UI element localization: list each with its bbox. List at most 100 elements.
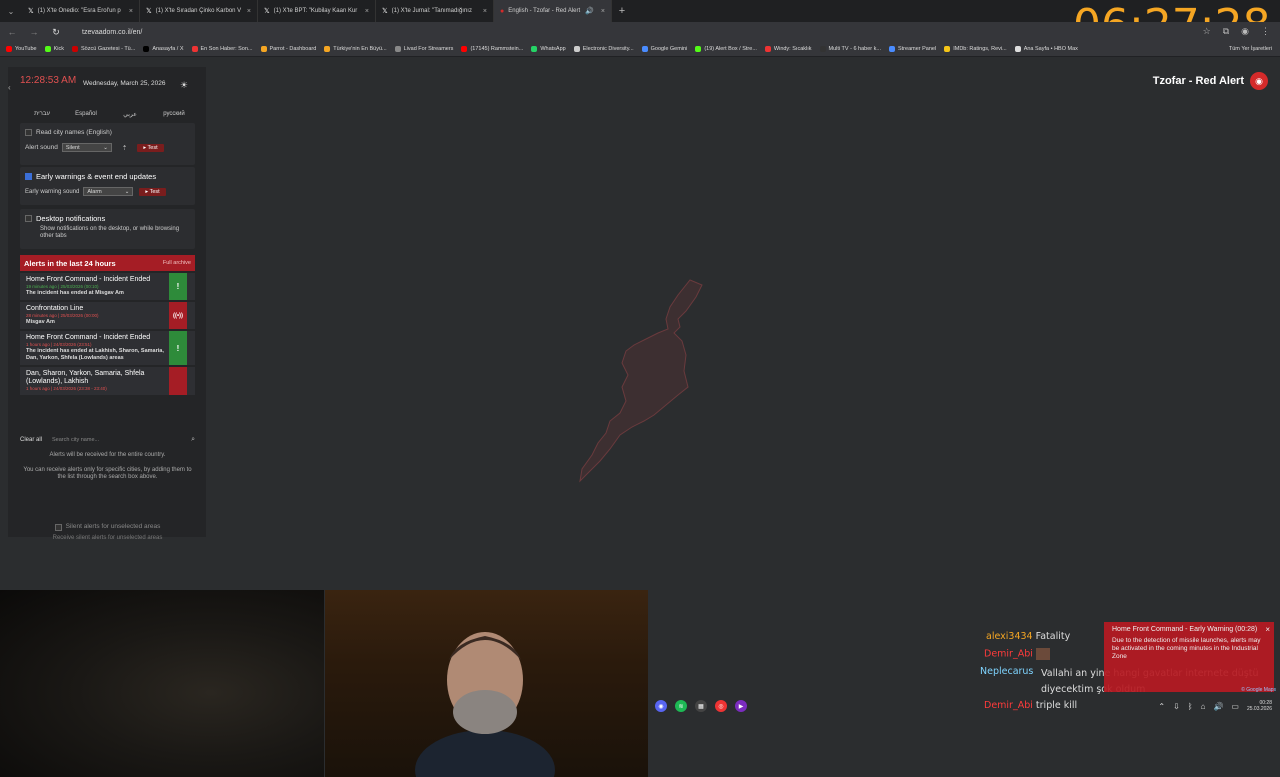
bookmark-item[interactable]: Parrot - Dashboard [260, 46, 317, 52]
tray-clock[interactable]: 00:28 25.03.2026 [1247, 700, 1272, 712]
bookmark-item[interactable]: Electronic Diversity... [573, 46, 634, 52]
early-warnings-row: Early warnings & event end updates [25, 172, 190, 181]
silent-alerts-checkbox[interactable] [54, 523, 62, 531]
bookmark-item[interactable]: (17145) Rammstein... [461, 46, 523, 52]
app-icon[interactable]: ▦ [695, 700, 707, 712]
bookmark-item[interactable]: Google Gemini [641, 46, 687, 52]
reload-icon[interactable]: ↻ [50, 27, 62, 38]
tab-label: (1) X'te BPT: "Kubilay Kaan Kur [273, 8, 358, 14]
early-sound-select[interactable]: Alarm ⌄ [83, 187, 134, 196]
lang-hebrew[interactable]: עברית [20, 111, 64, 118]
bookmark-item[interactable]: WhatsApp [531, 46, 566, 52]
alert-title: Home Front Command - Incident Ended [26, 276, 151, 283]
city-search-input[interactable]: Search city name... [48, 435, 185, 445]
volume-icon[interactable]: 🔊 [1213, 702, 1223, 711]
new-tab-button[interactable]: + [612, 5, 632, 17]
bookmark-item[interactable]: Kick [44, 46, 64, 52]
alert-item[interactable]: Home Front Command - Incident Ended 19 m… [20, 273, 195, 300]
bookmark-label: Streamer Panel [897, 46, 937, 52]
alert-sound-select[interactable]: Silent ⌄ [61, 143, 112, 152]
bookmark-item[interactable]: Windy: Sıcaklık [764, 46, 812, 52]
bookmark-item[interactable]: Ana Sayfa • HBO Max [1014, 46, 1078, 52]
bookmark-item[interactable]: YouTube [6, 46, 37, 52]
browser-tab-active[interactable]: ● English - Tzofar - Red Alert 🔊 × [494, 0, 612, 22]
taskbar-apps: ◉ ≋ ▦ ◎ ▶ [655, 700, 747, 712]
browser-tab[interactable]: 𝕏 (1) X'te BPT: "Kubilay Kaan Kur × [258, 0, 376, 22]
menu-icon[interactable]: ⋮ [1261, 26, 1270, 37]
url-field[interactable]: tzevaadom.co.il/en/ [82, 29, 142, 36]
x-logo-icon: 𝕏 [264, 8, 270, 15]
spotify-icon[interactable]: ≋ [675, 700, 687, 712]
alert-item[interactable]: Home Front Command - Incident Ended 1 ho… [20, 331, 195, 365]
bookmark-label: Parrot - Dashboard [269, 46, 317, 52]
lang-spanish[interactable]: Español [64, 111, 108, 118]
bookmark-star-icon[interactable]: ☆ [1203, 26, 1211, 37]
chevron-down-icon: ⌄ [124, 188, 130, 195]
chevron-up-icon[interactable]: ⌃ [1158, 702, 1165, 711]
close-tab-icon[interactable]: × [365, 8, 369, 15]
alert-item[interactable]: Confrontation Line 28 minutes ago | 25/0… [20, 302, 195, 329]
close-tab-icon[interactable]: × [129, 8, 133, 15]
discord-icon[interactable]: ◉ [655, 700, 667, 712]
browser-tab[interactable]: 𝕏 (1) X'te Sıradan Çinko Karbon V × [140, 0, 258, 22]
back-icon[interactable]: ← [6, 27, 18, 37]
speaker-icon[interactable]: 🔊 [585, 7, 594, 15]
early-warning-toast[interactable]: × Home Front Command - Early Warning (00… [1104, 622, 1274, 692]
all-bookmarks-link[interactable]: Tüm Yer İşaretleri [1229, 46, 1272, 52]
bluetooth-icon[interactable]: ᛒ [1188, 702, 1193, 711]
collapse-chevron-icon[interactable]: ‹ [8, 83, 11, 92]
bookmark-item[interactable]: Livad For Streamers [394, 46, 453, 52]
alerts-header: Alerts in the last 24 hours Full archive [20, 255, 195, 271]
full-archive-link[interactable]: Full archive [163, 260, 191, 266]
alert-sound-value: Silent [65, 144, 80, 151]
search-icon[interactable]: ⌕ [191, 436, 195, 444]
profile-icon[interactable]: ◉ [1241, 26, 1249, 37]
alert-sound-test-button[interactable]: ▸ Test [137, 143, 164, 152]
tab-label: (1) X'te Jurnal: "Tanımadığınız [391, 8, 472, 14]
desktop-notif-checkbox[interactable] [25, 215, 32, 222]
lang-russian[interactable]: русский [152, 111, 196, 118]
network-icon[interactable]: ⌂ [1201, 702, 1206, 711]
battery-icon[interactable]: ▭ [1231, 702, 1239, 711]
bookmark-favicon-icon [888, 46, 895, 52]
bookmark-item[interactable]: (19) Alert Box / Stre... [695, 46, 757, 52]
incident-ended-icon: ! [169, 331, 187, 365]
download-icon[interactable]: ⇩ [1173, 702, 1180, 711]
bookmark-item[interactable]: En Son Haber: Son... [191, 46, 253, 52]
extensions-icon[interactable]: ⧉ [1223, 26, 1229, 37]
bookmark-item[interactable]: IMDb: Ratings, Revi... [944, 46, 1007, 52]
israel-map[interactable] [570, 275, 710, 485]
silent-alerts-label: Silent alerts for unselected areas [65, 523, 161, 530]
forward-icon[interactable]: → [28, 27, 40, 37]
bookmark-item[interactable]: Sözcü Gazetesi - Tü... [72, 46, 135, 52]
tab-search-icon[interactable]: ⌄ [0, 0, 22, 22]
bookmark-item[interactable]: Multi TV - 6 haber k... [819, 46, 881, 52]
browser-tab[interactable]: 𝕏 (1) X'te Onedio: "Esra Erol'un p × [22, 0, 140, 22]
theme-toggle-icon[interactable]: ☀ [180, 80, 188, 91]
alerts-list[interactable]: Home Front Command - Incident Ended 19 m… [20, 273, 195, 427]
chrome-icon[interactable]: ◎ [715, 700, 727, 712]
read-city-names-checkbox[interactable] [25, 129, 32, 136]
alert-body: The incident has ended at Misgav Am [26, 290, 124, 296]
bookmark-favicon-icon [6, 46, 12, 52]
close-tab-icon[interactable]: × [483, 8, 487, 15]
bookmark-item[interactable]: Anasayfa / X [143, 46, 184, 52]
close-tab-icon[interactable]: × [247, 8, 251, 15]
alert-item[interactable]: Dan, Sharon, Yarkon, Samaria, Shfela (Lo… [20, 367, 195, 395]
twitch-app-icon[interactable]: ▶ [735, 700, 747, 712]
bookmark-item[interactable]: Türkiye'nin En Büyü... [324, 46, 387, 52]
upload-icon[interactable]: ⇡ [122, 144, 127, 152]
close-icon[interactable]: × [1265, 625, 1270, 634]
clear-all-button[interactable]: Clear all [20, 437, 42, 443]
bookmark-label: Ana Sayfa • HBO Max [1023, 46, 1078, 52]
bookmark-item[interactable]: Streamer Panel [888, 46, 937, 52]
desktop-notif-row: Desktop notifications [25, 214, 190, 223]
browser-tab[interactable]: 𝕏 (1) X'te Jurnal: "Tanımadığınız × [376, 0, 494, 22]
early-warnings-checkbox[interactable] [25, 173, 32, 180]
early-sound-test-button[interactable]: ▸ Test [139, 187, 166, 196]
bookmark-favicon-icon [394, 46, 401, 52]
close-tab-icon[interactable]: × [601, 8, 605, 15]
alert-title: Home Front Command - Incident Ended [26, 334, 151, 341]
webcam-feed-left [0, 590, 324, 777]
lang-arabic[interactable]: عربي [108, 111, 152, 118]
